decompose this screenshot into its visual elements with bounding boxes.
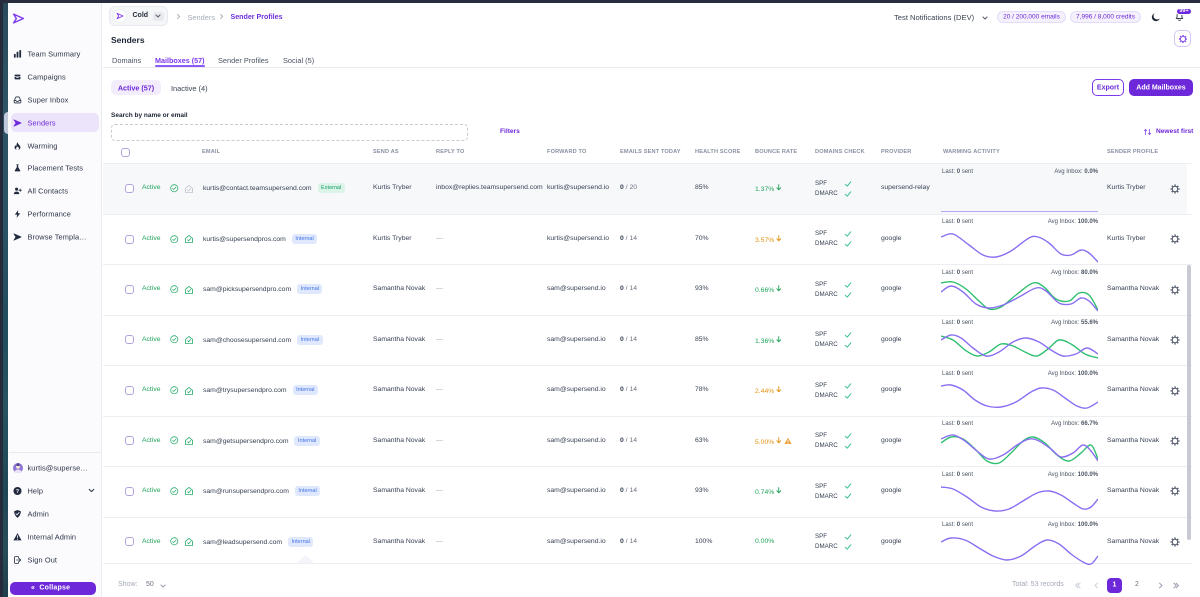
svg-text:?: ? xyxy=(16,489,19,495)
